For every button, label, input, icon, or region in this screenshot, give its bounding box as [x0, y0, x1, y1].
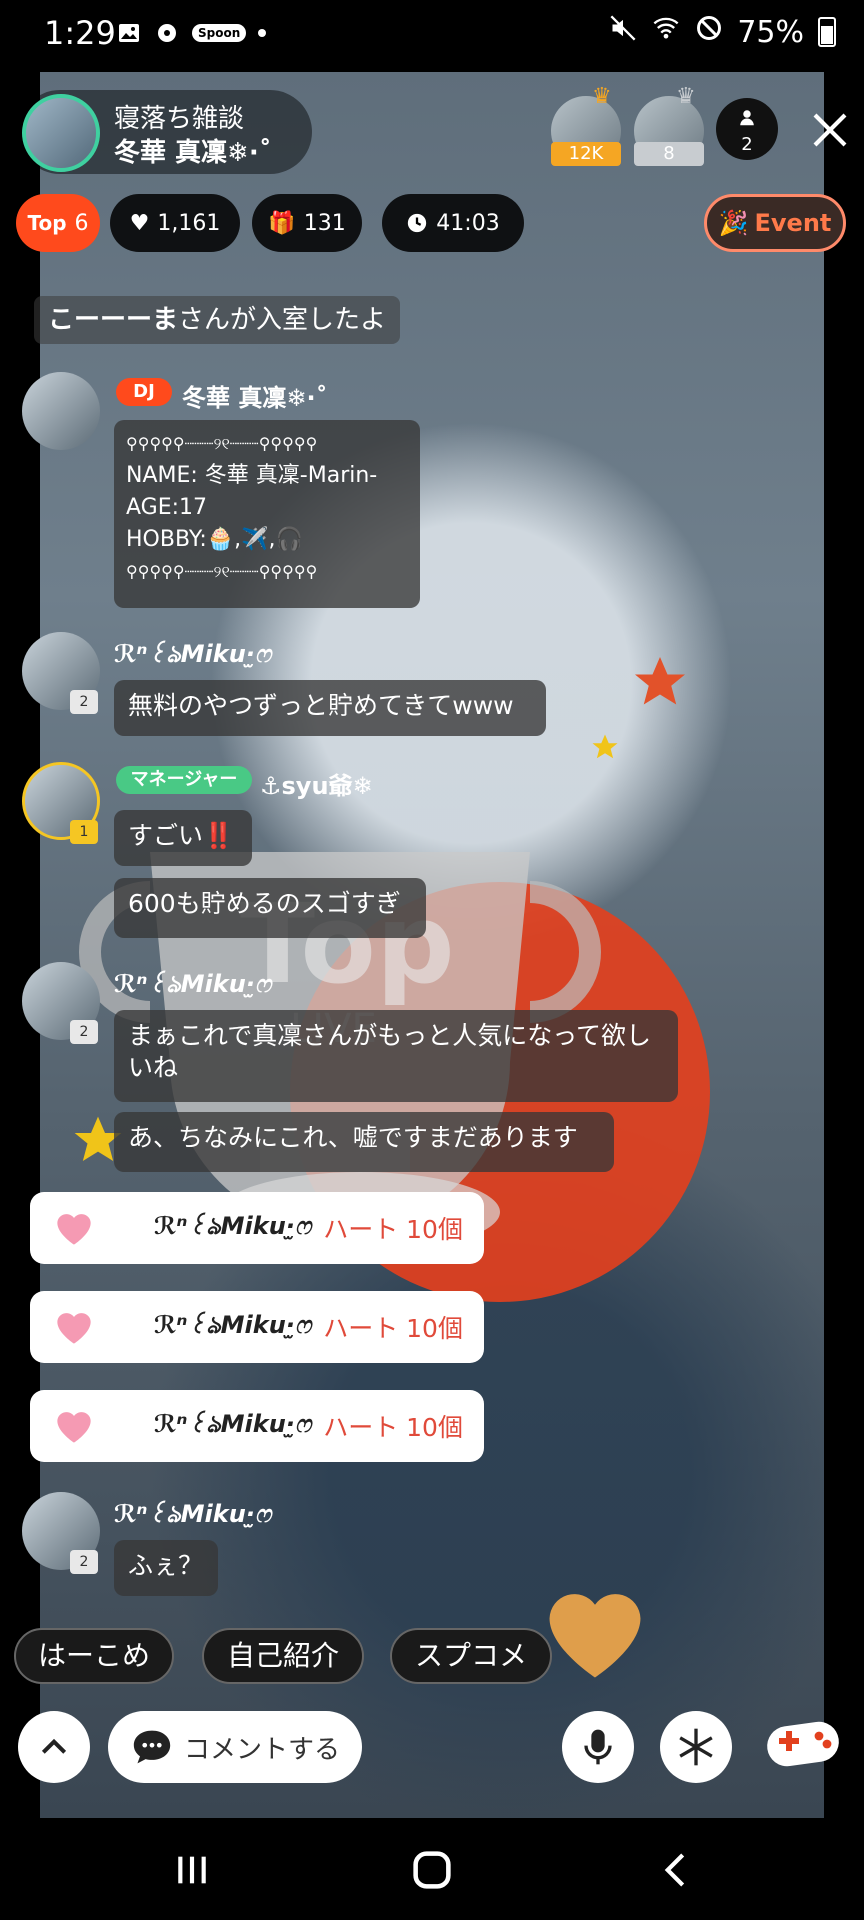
battery-percent: 75% [737, 14, 804, 50]
join-text: さんが入室したよ [178, 305, 387, 335]
chevron-up-icon [41, 1738, 67, 1754]
room-title: 寝落ち雑談 [114, 104, 245, 134]
spoon-app-icon: Spoon [192, 24, 247, 42]
profile-line: HOBBY:🧁,✈️,🎧 [126, 527, 303, 552]
gift-notification: ℛⁿ꒰ঌMiku·̫ෆ ハート 10個 [30, 1291, 484, 1363]
status-bar: 1:29 Spoon 75% [0, 0, 864, 70]
chat-bubble: あ、ちなみにこれ、嘘ですまだあります [114, 1112, 614, 1172]
gifts-count: 131 [303, 210, 346, 236]
back-icon[interactable] [656, 1850, 696, 1890]
settings-icon [154, 20, 180, 46]
chat-bubble: ふぇ？ [114, 1540, 218, 1596]
dj-chat-name: 冬華 真凜❄︎·˚ [182, 384, 328, 412]
gift-sender: ℛⁿ꒰ঌMiku·̫ෆ [154, 1311, 312, 1339]
dj-profile-bubble: ⚲⚲⚲⚲⚲┈┈┈୨୧┈┈┈⚲⚲⚲⚲⚲ NAME: 冬華 真凜-Marin- AG… [114, 420, 420, 608]
miku-name: ℛⁿ꒰ঌMiku·̫ෆ [114, 640, 272, 668]
mute-icon [609, 14, 637, 50]
party-popper-icon: 🎉 [718, 209, 749, 237]
rank-2-score: 8 [634, 142, 704, 166]
duration-badge: 41:03 [382, 194, 524, 252]
silver-crown-icon: ♛ [676, 84, 696, 109]
top-value: 6 [74, 210, 89, 236]
more-notifications-dot [258, 29, 267, 37]
dj-chat-avatar[interactable] [22, 372, 100, 450]
chat-bubble: まぁこれで真凜さんがもっと人気になって欲しいね [114, 1010, 678, 1102]
star-decoration-icon [635, 657, 685, 705]
gallery-icon [116, 20, 142, 46]
heart-gift-icon [57, 1412, 91, 1443]
gift-notification: ℛⁿ꒰ঌMiku·̫ෆ ハート 10個 [30, 1192, 484, 1264]
gift-text: ハート 10個 [323, 1215, 463, 1244]
clock-icon [408, 213, 427, 233]
profile-line: ⚲⚲⚲⚲⚲┈┈┈୨୧┈┈┈⚲⚲⚲⚲⚲ [126, 434, 318, 453]
heart-gift-icon [57, 1214, 91, 1245]
gift-sender: ℛⁿ꒰ঌMiku·̫ෆ [154, 1410, 312, 1438]
person-icon [740, 110, 754, 126]
notification-icons: Spoon [116, 20, 267, 46]
do-not-disturb-icon [695, 14, 723, 50]
level-badge: 1 [70, 820, 98, 844]
wifi-icon [651, 14, 681, 50]
chat-bubble: 無料のやつずっと貯めてきてwww [114, 680, 546, 736]
level-badge: 2 [70, 1550, 98, 1574]
quick-reply-button[interactable]: スプコメ [390, 1628, 552, 1684]
joined-user-name: こーーーま [48, 305, 179, 335]
snowflake-icon [679, 1728, 713, 1766]
level-badge: 2 [70, 1020, 98, 1044]
star-small-icon [592, 734, 618, 759]
right-letterbox [824, 72, 864, 1818]
chat-bubble-icon [133, 1730, 171, 1764]
level-badge: 2 [70, 690, 98, 714]
quick-reply-button[interactable]: 自己紹介 [202, 1628, 364, 1684]
profile-line: AGE:17 [126, 495, 208, 520]
gold-crown-icon: ♛ [592, 84, 612, 109]
clock: 1:29 [44, 14, 116, 52]
top-rank-badge[interactable]: Top 6 [16, 194, 100, 252]
manager-tag: マネージャー [116, 766, 252, 794]
gift-notification: ℛⁿ꒰ঌMiku·̫ෆ ハート 10個 [30, 1390, 484, 1462]
dj-avatar[interactable] [22, 94, 100, 172]
profile-line: NAME: 冬華 真凜-Marin- [126, 463, 378, 488]
listener-count: 2 [741, 134, 753, 155]
likes-count: 1,161 [157, 210, 221, 236]
likes-badge[interactable]: ♥ 1,161 [110, 194, 240, 252]
quick-reply-button[interactable]: はーこめ [14, 1628, 174, 1684]
expand-button[interactable] [18, 1711, 90, 1783]
gift-text: ハート 10個 [323, 1413, 463, 1442]
miku-name: ℛⁿ꒰ঌMiku·̫ෆ [114, 1500, 272, 1528]
comment-label: コメントする [184, 1734, 341, 1765]
battery-icon [818, 17, 836, 47]
mic-button[interactable] [562, 1711, 634, 1783]
game-controller-icon[interactable] [762, 1712, 844, 1772]
gift-icon: 🎁 [268, 210, 296, 236]
profile-line: ⚲⚲⚲⚲⚲┈┈┈୨୧┈┈┈⚲⚲⚲⚲⚲ [126, 562, 318, 581]
close-icon[interactable] [810, 110, 850, 150]
chat-bubble: すごい‼️ [114, 810, 252, 866]
syu-name: ⚓︎syu爺❄︎ [260, 772, 373, 800]
gift-text: ハート 10個 [323, 1314, 463, 1343]
floating-heart-icon [549, 1594, 641, 1678]
home-icon[interactable] [410, 1850, 454, 1890]
dj-tag: DJ [116, 378, 172, 406]
recent-apps-icon[interactable] [172, 1850, 212, 1890]
comment-input-button[interactable]: コメントする [108, 1711, 362, 1783]
miku-name: ℛⁿ꒰ঌMiku·̫ෆ [114, 970, 272, 998]
dj-name: 冬華 真凜❄︎·˚ [114, 138, 272, 168]
microphone-icon [584, 1729, 612, 1765]
system-indicators: 75% [609, 14, 836, 50]
rank-1-score: 12K [551, 142, 621, 166]
gifts-badge[interactable]: 🎁 131 [252, 194, 362, 252]
live-duration: 41:03 [436, 210, 500, 236]
system-join-message: こーーーまさんが入室したよ [34, 296, 401, 344]
event-label: Event [754, 209, 832, 237]
snowflake-button[interactable] [660, 1711, 732, 1783]
heart-icon: ♥ [129, 210, 150, 236]
listener-count-button[interactable]: 2 [716, 98, 778, 160]
event-button[interactable]: 🎉 Event [704, 194, 846, 252]
top-label: Top [27, 211, 67, 235]
gift-sender: ℛⁿ꒰ঌMiku·̫ෆ [154, 1212, 312, 1240]
chat-bubble: 600も貯めるのスゴすぎ [114, 878, 426, 938]
heart-gift-icon [57, 1313, 91, 1344]
